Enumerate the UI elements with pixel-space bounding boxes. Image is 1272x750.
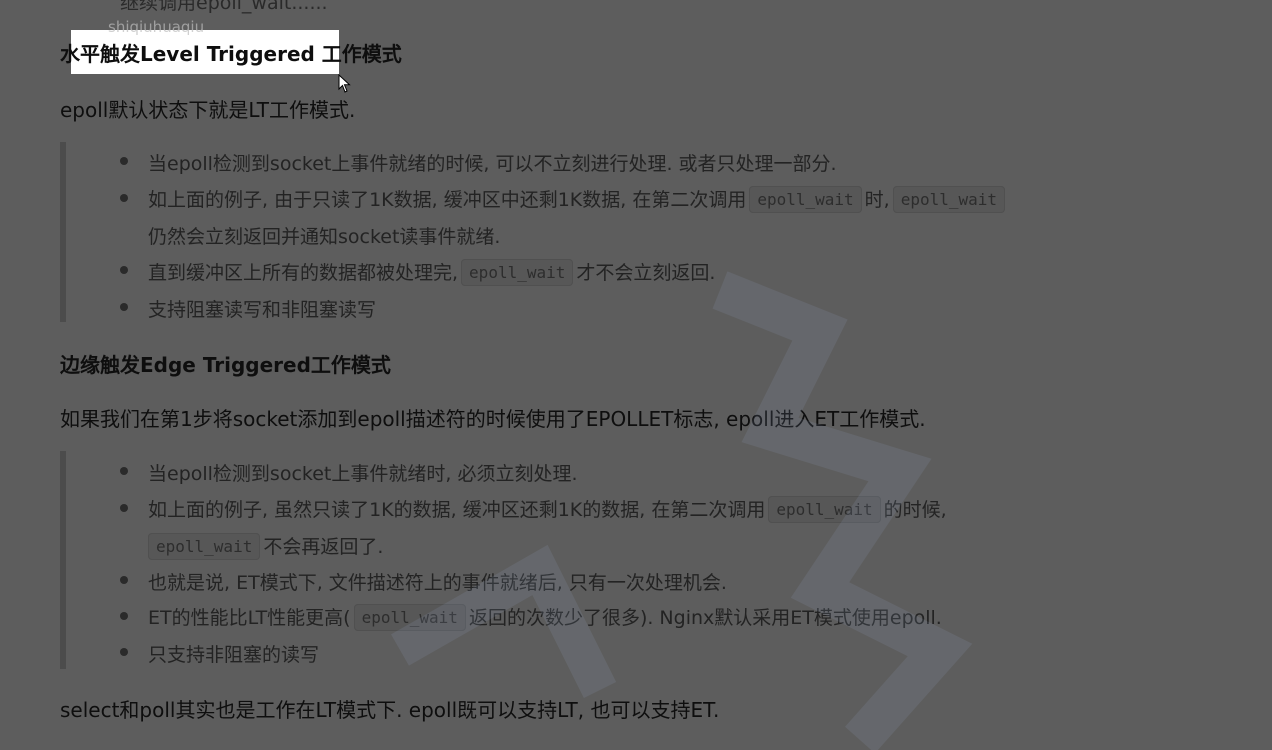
bullet (120, 266, 128, 274)
bullet (120, 612, 128, 620)
bullet (120, 194, 128, 202)
bullet (120, 576, 128, 584)
bullet (120, 157, 128, 165)
bullet (120, 504, 128, 512)
list-item-continuation: 仍然会立刻返回并通知socket读事件就绪. (148, 226, 501, 248)
document-page: 继续调用epoll_wait...... 水平触发Level Triggered… (0, 0, 1272, 750)
previous-list-item: 继续调用epoll_wait...... (120, 0, 328, 14)
list-item-text: 如上面的例子, 由于只读了1K数据, 缓冲区中还剩1K数据, 在第二次调用 (148, 189, 747, 211)
inline-code: epoll_wait (892, 186, 1006, 213)
section1-heading: 水平触发Level Triggered 工作模式 (60, 42, 402, 66)
watermark-logo (391, 271, 973, 750)
list-item: 只支持非阻塞的读写 (148, 644, 320, 666)
mouse-cursor-icon (338, 74, 351, 93)
list-item-text: 时, (864, 189, 890, 211)
bullet (120, 303, 128, 311)
section1-blockquote (60, 142, 66, 322)
section1-intro: epoll默认状态下就是LT工作模式. (60, 98, 356, 122)
watermark-text: shiqiuhuaqiu (108, 18, 205, 36)
list-item: 如上面的例子, 由于只读了1K数据, 缓冲区中还剩1K数据, 在第二次调用 epo… (148, 185, 1008, 213)
list-item: 当epoll检测到socket上事件就绪的时候, 可以不立刻进行处理. 或者只处… (148, 153, 837, 175)
inline-code: epoll_wait (148, 533, 261, 560)
bullet (120, 648, 128, 656)
bullet (120, 467, 128, 475)
inline-code: epoll_wait (749, 186, 862, 213)
section2-blockquote (60, 451, 66, 669)
